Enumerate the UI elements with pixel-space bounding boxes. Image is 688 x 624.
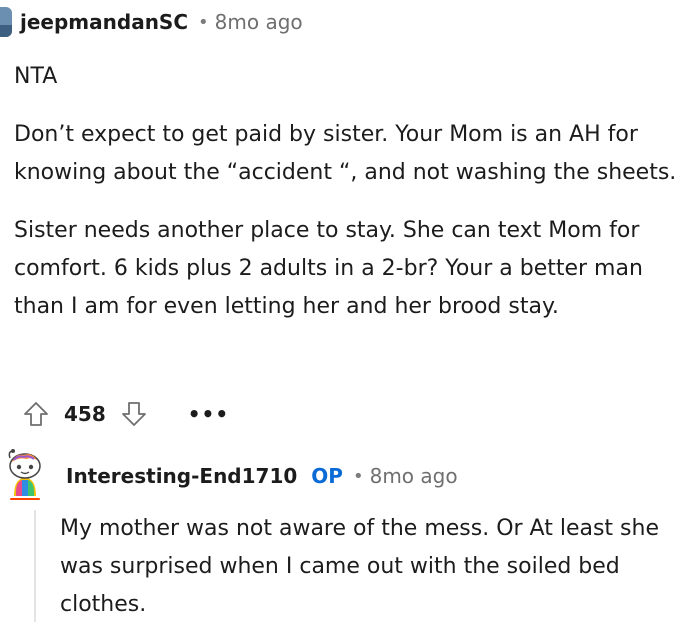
thread-line[interactable] bbox=[34, 510, 36, 622]
comment-actions: 458 ••• bbox=[22, 396, 229, 432]
username[interactable]: Interesting-End1710 bbox=[66, 464, 297, 488]
timestamp[interactable]: 8mo ago bbox=[215, 10, 303, 34]
vote-score: 458 bbox=[64, 402, 106, 426]
comment-paragraph: Don’t expect to get paid by sister. Your… bbox=[14, 122, 677, 185]
comment-paragraph: Sister needs another place to stay. She … bbox=[14, 218, 643, 319]
more-options-button[interactable]: ••• bbox=[188, 402, 229, 426]
downvote-icon[interactable] bbox=[120, 400, 148, 428]
separator-dot: • bbox=[198, 11, 209, 33]
comment-body: NTA Don’t expect to get paid by sister. … bbox=[14, 58, 682, 346]
avatar[interactable] bbox=[0, 7, 12, 37]
avatar[interactable] bbox=[2, 448, 48, 502]
op-badge: OP bbox=[311, 464, 343, 488]
comment-paragraph: My mother was not aware of the mess. Or … bbox=[60, 516, 659, 617]
upvote-icon[interactable] bbox=[22, 400, 50, 428]
username[interactable]: jeepmandanSC bbox=[20, 10, 188, 34]
timestamp[interactable]: 8mo ago bbox=[370, 464, 458, 488]
comment-paragraph: NTA bbox=[14, 64, 58, 89]
separator-dot: • bbox=[352, 465, 364, 487]
comment-body: My mother was not aware of the mess. Or … bbox=[60, 510, 680, 624]
comment-header: jeepmandanSC • 8mo ago bbox=[0, 4, 303, 40]
comment-header: Interesting-End1710 OP • 8mo ago bbox=[66, 458, 458, 494]
